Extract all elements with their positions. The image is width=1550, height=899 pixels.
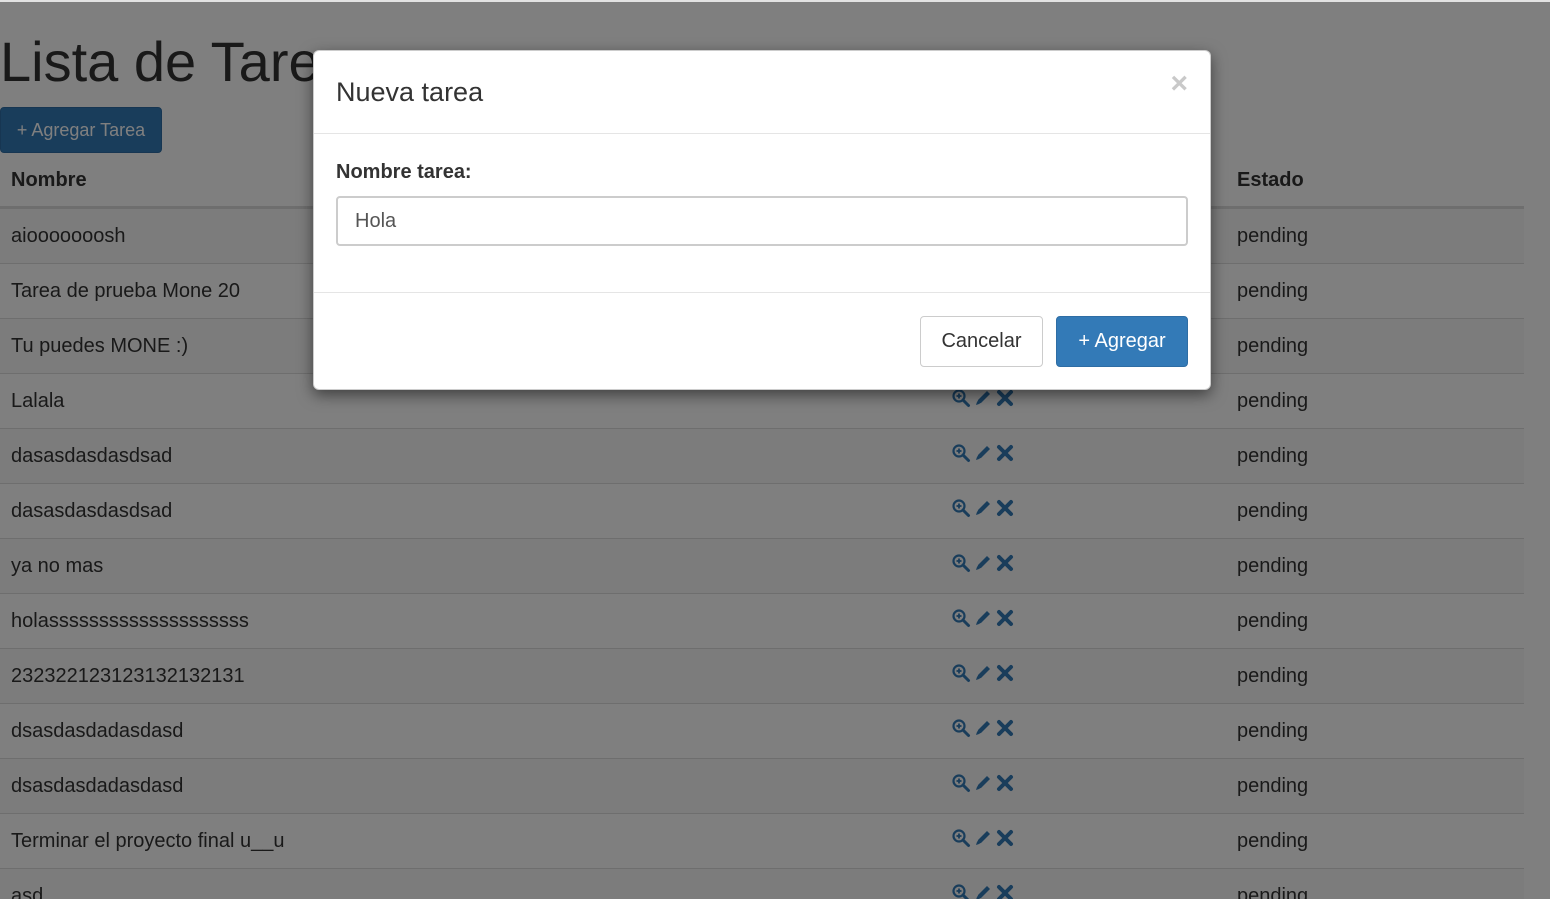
- modal-body: Nombre tarea:: [314, 134, 1210, 293]
- modal-title: Nueva tarea: [336, 77, 484, 107]
- close-icon[interactable]: ×: [1170, 69, 1188, 99]
- task-name-label: Nombre tarea:: [336, 161, 472, 183]
- add-button[interactable]: + Agregar: [1056, 316, 1188, 367]
- task-name-input[interactable]: [336, 196, 1188, 246]
- new-task-modal: Nueva tarea × Nombre tarea: Cancelar + A…: [313, 50, 1211, 390]
- modal-header: Nueva tarea ×: [314, 51, 1210, 134]
- cancel-button[interactable]: Cancelar: [920, 316, 1043, 367]
- page: Lista de Tareas + Agregar Tarea Nombre E…: [0, 0, 1550, 899]
